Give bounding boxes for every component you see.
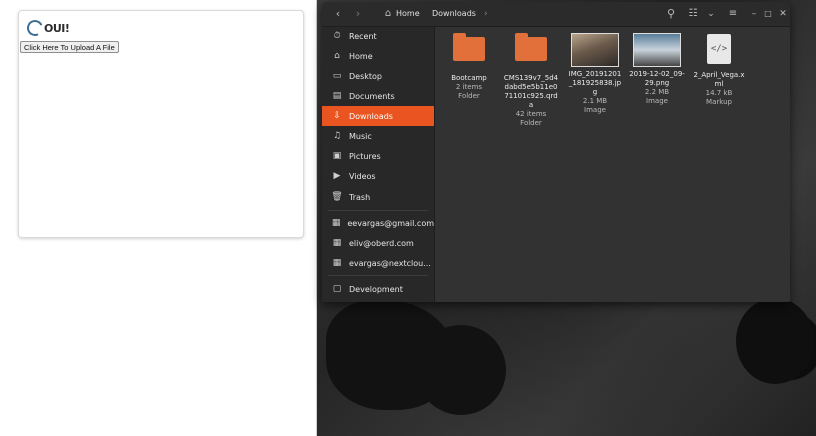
sidebar-item-label: Trash: [349, 192, 371, 202]
document-icon: ▤: [332, 91, 342, 101]
music-icon: ♫: [332, 131, 342, 141]
file-item-img-jpg[interactable]: IMG_20191201_181925838.jpg 2.1 MB Image: [567, 31, 623, 115]
sidebar-item-home[interactable]: ⌂ Home: [322, 46, 434, 66]
file-item-png[interactable]: 2019-12-02_09-29.png 2.2 MB Image: [629, 31, 685, 106]
sidebar-item-account[interactable]: ▦ evargas@nextclou...: [322, 253, 434, 273]
sidebar-item-documents[interactable]: ▤ Documents: [322, 86, 434, 106]
trash-icon: 🗑: [331, 192, 343, 202]
sidebar-item-label: eevargas@gmail.com: [347, 218, 434, 228]
oui-logo: OUI!: [24, 17, 70, 39]
sidebar-item-development[interactable]: ▢ Development: [322, 279, 434, 299]
maximize-icon[interactable]: □: [762, 2, 774, 26]
file-item-cms-folder[interactable]: CMS139v7_5d4dabd5e5b11e071101c925.qrda 4…: [503, 31, 559, 128]
sidebar-item-label: Videos: [349, 171, 376, 181]
pictures-icon: ▣: [332, 151, 342, 161]
folder-icon: [452, 33, 486, 71]
close-icon[interactable]: ✕: [777, 2, 789, 26]
markup-file-icon: </>: [702, 34, 736, 68]
file-name: 2_April_Vega.xml: [693, 71, 745, 88]
file-size: 2.1 MB: [582, 97, 608, 105]
desktop-icon: ▭: [332, 71, 342, 81]
file-item-xml[interactable]: </> 2_April_Vega.xml 14.7 kB Markup: [691, 31, 747, 107]
sidebar-item-label: Desktop: [349, 71, 382, 81]
sidebar-item-label: Documents: [349, 91, 395, 101]
sidebar-item-videos[interactable]: ▶ Videos: [322, 166, 434, 186]
file-item-count: 42 items: [515, 110, 547, 118]
sidebar-item-label: Pictures: [349, 151, 381, 161]
sidebar-item-label: eliv@oberd.com: [349, 238, 414, 248]
file-manager-header: ‹ › ⌂ Home Downloads › ⚲ ☷ ⌄ ≡ – □ ✕: [322, 2, 790, 27]
sidebar-item-pictures[interactable]: ▣ Pictures: [322, 146, 434, 166]
sidebar-divider: [328, 275, 428, 276]
home-icon: ⌂: [334, 51, 340, 61]
sidebar-item-label: Music: [349, 131, 372, 141]
sidebar-item-desktop[interactable]: ▭ Desktop: [322, 66, 434, 86]
breadcrumb-home[interactable]: Home: [396, 2, 420, 26]
file-manager-window: ‹ › ⌂ Home Downloads › ⚲ ☷ ⌄ ≡ – □ ✕ ⏱ R…: [322, 2, 790, 302]
sidebar-item-trash[interactable]: 🗑 Trash: [322, 187, 434, 207]
network-account-icon: ▦: [331, 218, 341, 228]
sidebar-item-label: evargas@nextclou...: [349, 258, 431, 268]
file-name: CMS139v7_5d4dabd5e5b11e071101c925.qrda: [503, 74, 559, 109]
file-type: Folder: [458, 92, 480, 100]
file-name: Bootcamp: [451, 74, 487, 82]
sidebar-item-account[interactable]: ▦ eliv@oberd.com: [322, 233, 434, 253]
folder-icon: ▢: [332, 284, 342, 294]
wallpaper-shape: [736, 298, 814, 384]
file-type: Folder: [520, 119, 542, 127]
file-grid: Bootcamp 2 items Folder CMS139v7_5d4dabd…: [435, 27, 790, 302]
logo-text: OUI!: [44, 21, 70, 35]
search-icon[interactable]: ⚲: [664, 2, 678, 26]
network-account-icon: ▦: [332, 258, 342, 268]
file-name: 2019-12-02_09-29.png: [629, 70, 685, 87]
browser-page: OUI! Click Here To Upload A File: [0, 0, 317, 436]
wallpaper-shape: [416, 325, 506, 415]
sidebar-item-label: Recent: [349, 31, 377, 41]
logo-mark-icon: [24, 17, 46, 39]
minimize-icon[interactable]: –: [748, 2, 760, 26]
file-item-bootcamp[interactable]: Bootcamp 2 items Folder: [441, 31, 497, 101]
hamburger-menu-icon[interactable]: ≡: [726, 2, 740, 26]
sidebar-item-account[interactable]: ▦ eevargas@gmail.com: [322, 213, 434, 233]
file-size: 14.7 kB: [705, 89, 733, 97]
sidebar-item-music[interactable]: ♫ Music: [322, 126, 434, 146]
view-list-icon[interactable]: ☷: [686, 2, 700, 26]
sidebar-item-label: Downloads: [349, 111, 393, 121]
network-account-icon: ▦: [332, 238, 342, 248]
sidebar-item-downloads[interactable]: ⇩ Downloads: [322, 106, 434, 126]
breadcrumb-downloads[interactable]: Downloads: [432, 2, 476, 26]
view-options-icon[interactable]: ⌄: [704, 2, 718, 26]
home-path-icon[interactable]: ⌂: [382, 2, 394, 26]
upload-card: OUI! Click Here To Upload A File: [18, 10, 304, 238]
file-type: Image: [584, 106, 606, 114]
file-item-count: 2 items: [455, 83, 483, 91]
file-manager-sidebar: ⏱ Recent ⌂ Home ▭ Desktop ▤ Documents ⇩ …: [322, 27, 435, 302]
forward-icon[interactable]: ›: [350, 2, 366, 26]
file-type: Markup: [706, 98, 732, 106]
sidebar-item-recent[interactable]: ⏱ Recent: [322, 26, 434, 46]
sidebar-item-label: Home: [349, 51, 373, 61]
image-thumbnail-icon: [571, 33, 619, 67]
video-icon: ▶: [333, 171, 341, 181]
sidebar-item-label: Development: [349, 284, 403, 294]
download-icon: ⇩: [333, 111, 341, 121]
file-size: 2.2 MB: [644, 88, 670, 96]
back-icon[interactable]: ‹: [330, 2, 346, 26]
sidebar-divider: [328, 210, 428, 211]
file-name: IMG_20191201_181925838.jpg: [568, 70, 622, 96]
upload-file-button[interactable]: Click Here To Upload A File: [20, 41, 119, 53]
file-type: Image: [646, 97, 668, 105]
clock-icon: ⏱: [333, 31, 341, 41]
folder-icon: [514, 33, 548, 71]
image-thumbnail-icon: [633, 33, 681, 67]
breadcrumb-next-icon[interactable]: ›: [484, 2, 488, 26]
